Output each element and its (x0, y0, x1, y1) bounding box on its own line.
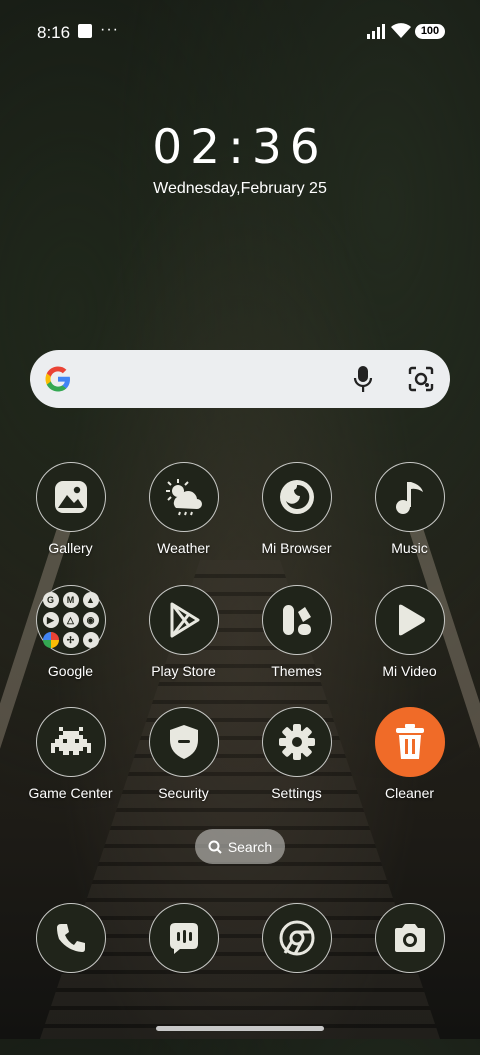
app-label: Game Center (28, 785, 113, 801)
folder-mini-contacts: ● (82, 632, 99, 648)
video-icon (374, 585, 445, 655)
google-lens-icon[interactable] (407, 365, 435, 393)
app-search-button[interactable]: Search (195, 829, 285, 864)
app-label: Settings (271, 785, 322, 801)
app-weather[interactable]: Weather (127, 462, 240, 556)
google-folder-icon: G M ▲ ▶ △ ◉ ✢ ● (35, 585, 106, 655)
game-icon (35, 707, 106, 777)
gallery-icon (35, 462, 106, 532)
folder-mini-music: ◉ (82, 612, 99, 628)
mic-icon[interactable] (353, 365, 373, 393)
app-play-store[interactable]: Play Store (127, 585, 240, 679)
dock-phone[interactable] (14, 903, 127, 973)
gear-icon (261, 707, 332, 777)
dock-camera[interactable] (353, 903, 466, 973)
google-logo-icon (45, 366, 70, 392)
phone-icon (35, 903, 106, 973)
app-themes[interactable]: Themes (240, 585, 353, 679)
notification-icon (78, 24, 92, 38)
app-cleaner[interactable]: Cleaner (353, 707, 466, 801)
app-label: Mi Video (382, 663, 437, 679)
app-label: Cleaner (384, 785, 435, 801)
app-mi-video[interactable]: Mi Video (353, 585, 466, 679)
google-search-widget[interactable] (30, 350, 450, 408)
search-icon (208, 840, 222, 854)
folder-mini-pinwheel: ✢ (62, 632, 79, 648)
folder-mini-maps: ▲ (82, 592, 99, 608)
app-label: Weather (157, 540, 210, 556)
home-indicator[interactable] (156, 1026, 324, 1031)
app-search-label: Search (227, 838, 273, 855)
music-icon (374, 462, 445, 532)
folder-mini-drive: △ (62, 612, 79, 628)
play-store-icon (148, 585, 219, 655)
trash-icon (374, 707, 445, 777)
dock-chrome[interactable] (240, 903, 353, 973)
clock-widget-date[interactable]: Wednesday,February 25 (0, 180, 480, 198)
app-gallery[interactable]: Gallery (14, 462, 127, 556)
battery-indicator: 100 (415, 24, 445, 39)
signal-icon (367, 24, 385, 39)
more-notifications-icon: ··· (100, 21, 119, 38)
browser-icon (261, 462, 332, 532)
camera-icon (374, 903, 445, 973)
status-time: 8:16 (37, 23, 71, 42)
themes-icon (261, 585, 332, 655)
messages-icon (148, 903, 219, 973)
app-game-center[interactable]: Game Center (14, 707, 127, 801)
app-google-folder[interactable]: G M ▲ ▶ △ ◉ ✢ ● Google (14, 585, 127, 679)
shield-icon (148, 707, 219, 777)
app-label: Play Store (151, 663, 216, 679)
app-label: Music (391, 540, 428, 556)
folder-mini-gmail: M (62, 592, 79, 608)
chrome-icon (261, 903, 332, 973)
app-mi-browser[interactable]: Mi Browser (240, 462, 353, 556)
weather-icon (148, 462, 219, 532)
app-label: Gallery (48, 540, 93, 556)
app-security[interactable]: Security (127, 707, 240, 801)
app-label: Security (158, 785, 209, 801)
app-label: Google (47, 663, 94, 679)
wifi-icon (391, 23, 411, 38)
status-bar: 8:16 ··· 100 (0, 0, 480, 64)
folder-mini-youtube: ▶ (42, 612, 59, 628)
app-settings[interactable]: Settings (240, 707, 353, 801)
app-label: Mi Browser (261, 540, 332, 556)
app-label: Themes (271, 663, 322, 679)
clock-widget-time[interactable]: 02:36 (0, 120, 480, 175)
app-music[interactable]: Music (353, 462, 466, 556)
folder-mini-google: G (42, 592, 59, 608)
folder-mini-photos (42, 632, 59, 648)
dock-messages[interactable] (127, 903, 240, 973)
